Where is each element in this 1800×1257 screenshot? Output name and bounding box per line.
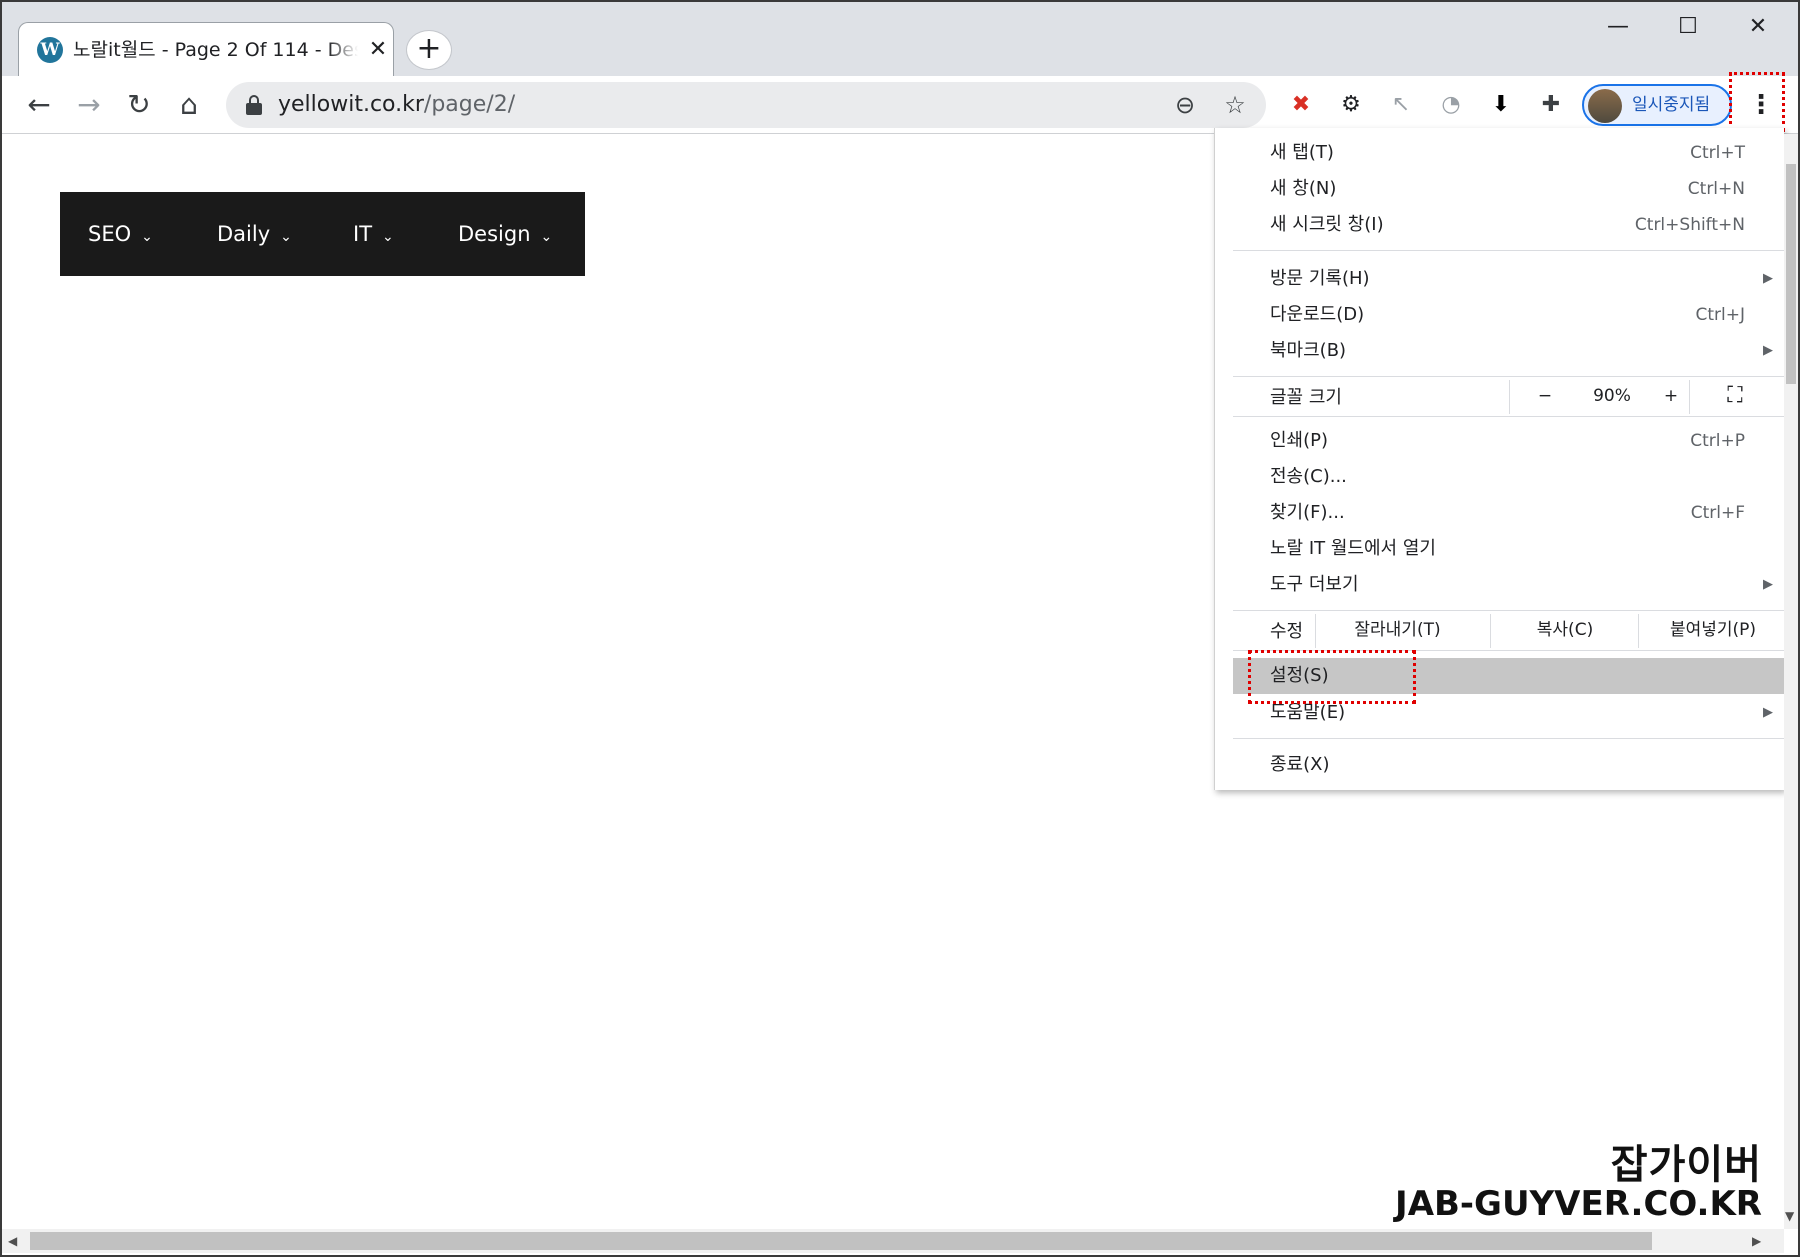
wordpress-icon: W (37, 37, 63, 63)
menu-item-bookmarks[interactable]: 북마크(B) ▶ (1215, 334, 1785, 368)
back-icon[interactable]: ← (18, 84, 60, 126)
minimize-icon[interactable]: — (1588, 10, 1648, 44)
url-text[interactable]: yellowit.co.kr/page/2/ (278, 91, 515, 119)
horizontal-scroll-thumb[interactable] (30, 1232, 1652, 1250)
scroll-left-arrow-icon[interactable]: ◀ (8, 1234, 17, 1248)
watermark-url: JAB-GUYVER.CO.KR (1395, 1184, 1762, 1224)
bike-extension-icon[interactable]: ⚙ (1336, 90, 1366, 120)
profile-status-label: 일시중지됨 (1632, 95, 1711, 115)
chevron-down-icon: ⌄ (141, 229, 153, 245)
tab-title: 노랄it월드 - Page 2 Of 114 - Design (73, 37, 358, 63)
menu-item-new-tab[interactable]: 새 탭(T) Ctrl+T (1215, 136, 1785, 170)
menu-item-more-tools[interactable]: 도구 더보기 ▶ (1215, 568, 1785, 602)
horizontal-scrollbar[interactable]: ◀ ▶ (2, 1229, 1784, 1253)
profile-button[interactable]: 일시중지됨 (1582, 84, 1732, 126)
submenu-arrow-icon: ▶ (1763, 705, 1773, 720)
menu-item-print[interactable]: 인쇄(P) Ctrl+P (1215, 424, 1785, 458)
submenu-arrow-icon: ▶ (1763, 271, 1773, 286)
menu-item-incognito[interactable]: 새 시크릿 창(I) Ctrl+Shift+N (1215, 208, 1785, 242)
close-tab-icon[interactable]: ✕ (366, 37, 390, 63)
menu-item-downloads[interactable]: 다운로드(D) Ctrl+J (1215, 298, 1785, 332)
watermark-korean: 잡가이버 (1610, 1142, 1762, 1188)
avatar (1588, 89, 1622, 123)
fullscreen-icon[interactable]: ⛶ (1715, 384, 1755, 408)
adblock-extension-icon[interactable]: ✖ (1286, 90, 1316, 120)
browser-tab[interactable]: W 노랄it월드 - Page 2 Of 114 - Design ✕ (18, 22, 394, 76)
paste-button[interactable]: 붙여넣기(P) (1643, 618, 1783, 642)
browser-toolbar: ← → ↻ ⌂ yellowit.co.kr/page/2/ ⊖ ☆ ✖ ⚙ ↖… (2, 76, 1798, 134)
forward-icon[interactable]: → (68, 84, 110, 126)
menu-zoom-row: 글꼴 크기 − 90% + ⛶ (1215, 378, 1785, 416)
menu-item-history[interactable]: 방문 기록(H) ▶ (1215, 262, 1785, 296)
lock-icon[interactable] (246, 95, 262, 115)
menu-item-cast[interactable]: 전송(C)... (1215, 460, 1785, 494)
url-path: /page/2/ (423, 92, 516, 117)
mouse-extension-icon[interactable]: ◔ (1436, 90, 1466, 120)
menu-separator (1233, 416, 1785, 417)
menu-item-find[interactable]: 찾기(F)... Ctrl+F (1215, 496, 1785, 530)
menu-separator (1233, 738, 1785, 739)
reload-icon[interactable]: ↻ (118, 84, 160, 126)
download-extension-icon[interactable]: ⬇ (1486, 90, 1516, 120)
nav-item-it[interactable]: IT ⌄ (353, 220, 394, 251)
nav-item-label: Design (458, 222, 531, 246)
settings-highlight (1248, 650, 1416, 704)
new-tab-button[interactable]: + (406, 30, 452, 70)
cursor-extension-icon[interactable]: ↖ (1386, 90, 1416, 120)
zoom-out-button[interactable]: − (1530, 384, 1560, 408)
edit-divider (1315, 614, 1316, 648)
nav-item-label: SEO (88, 222, 132, 246)
submenu-arrow-icon: ▶ (1763, 577, 1773, 592)
nav-item-label: Daily (217, 222, 271, 246)
home-icon[interactable]: ⌂ (168, 84, 210, 126)
nav-item-seo[interactable]: SEO ⌄ (88, 220, 153, 251)
chevron-down-icon: ⌄ (280, 229, 292, 245)
tab-strip: W 노랄it월드 - Page 2 Of 114 - Design ✕ + — … (2, 2, 1798, 76)
edit-divider (1638, 614, 1639, 648)
bookmark-star-icon[interactable]: ☆ (1220, 90, 1250, 120)
browser-window: W 노랄it월드 - Page 2 Of 114 - Design ✕ + — … (0, 0, 1800, 1257)
edit-divider (1490, 614, 1491, 648)
zoom-label: 글꼴 크기 (1270, 387, 1342, 408)
chevron-down-icon: ⌄ (382, 229, 394, 245)
edit-label: 수정 (1270, 621, 1304, 642)
zoom-divider (1509, 380, 1510, 414)
nav-item-label: IT (353, 222, 373, 246)
scroll-down-arrow-icon[interactable]: ▼ (1785, 1209, 1794, 1223)
zoom-icon[interactable]: ⊖ (1170, 90, 1200, 120)
menu-separator (1233, 610, 1785, 611)
menu-item-new-window[interactable]: 새 창(N) Ctrl+N (1215, 172, 1785, 206)
nav-item-design[interactable]: Design ⌄ (458, 220, 552, 251)
zoom-in-button[interactable]: + (1656, 384, 1686, 408)
menu-separator (1233, 250, 1785, 251)
url-domain: yellowit.co.kr (278, 92, 424, 117)
vertical-scroll-thumb[interactable] (1786, 164, 1796, 384)
submenu-arrow-icon: ▶ (1763, 343, 1773, 358)
scroll-right-arrow-icon[interactable]: ▶ (1752, 1234, 1761, 1248)
puzzle-extension-icon[interactable]: ✚ (1536, 90, 1566, 120)
nav-item-daily[interactable]: Daily ⌄ (217, 220, 292, 251)
copy-button[interactable]: 복사(C) (1495, 618, 1635, 642)
vertical-scrollbar[interactable]: ▼ (1784, 134, 1798, 1229)
menu-item-open-in-app[interactable]: 노랄 IT 월드에서 열기 (1215, 532, 1785, 566)
menu-edit-row: 수정 잘라내기(T) 복사(C) 붙여넣기(P) (1215, 612, 1785, 650)
address-bar[interactable]: yellowit.co.kr/page/2/ ⊖ ☆ (226, 82, 1266, 128)
chevron-down-icon: ⌄ (540, 229, 553, 245)
menu-item-exit[interactable]: 종료(X) (1215, 748, 1785, 782)
zoom-value: 90% (1593, 386, 1631, 406)
menu-button-highlight (1729, 72, 1785, 132)
site-navigation: SEO ⌄ Daily ⌄ IT ⌄ Design ⌄ (60, 192, 585, 276)
maximize-icon[interactable]: ☐ (1658, 10, 1718, 44)
close-window-icon[interactable]: ✕ (1728, 10, 1788, 44)
cut-button[interactable]: 잘라내기(T) (1325, 618, 1470, 642)
zoom-divider (1689, 380, 1690, 414)
menu-separator (1233, 376, 1785, 377)
